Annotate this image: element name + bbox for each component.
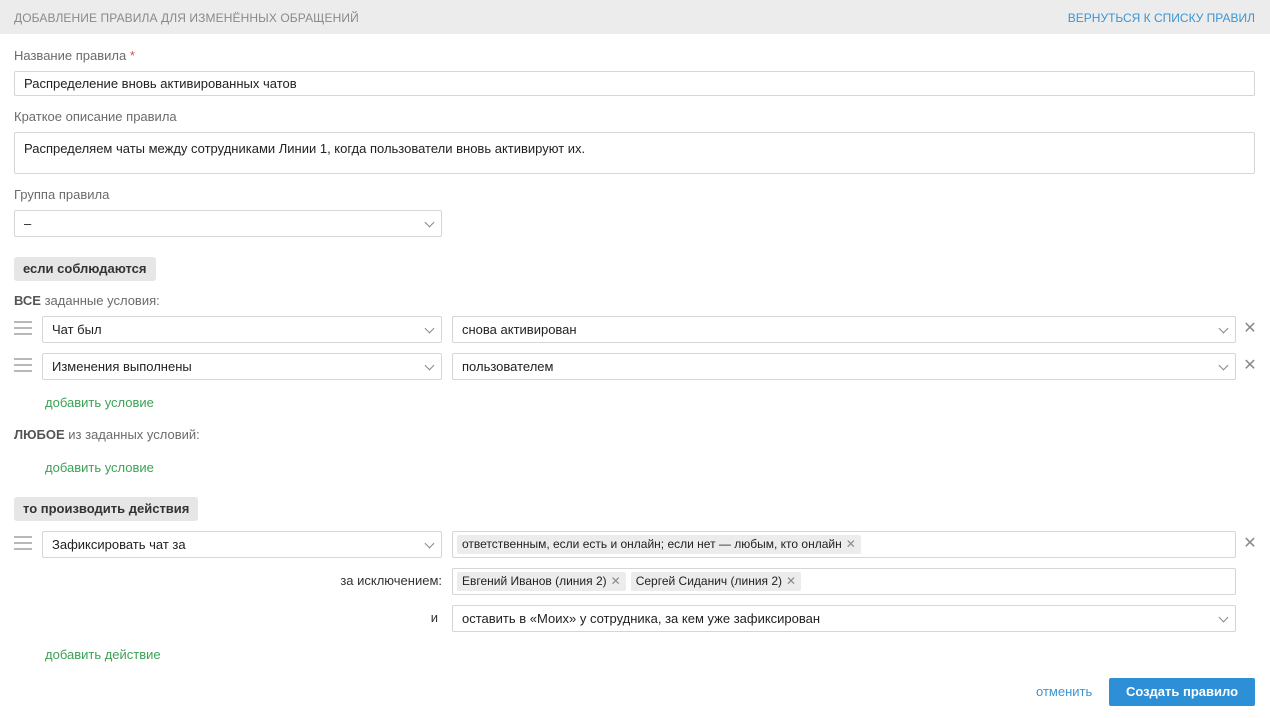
any-conditions-prefix: ЛЮБОЕ — [14, 427, 65, 442]
except-tag: Сергей Сиданич (линия 2) ✕ — [630, 572, 802, 591]
condition-value-select[interactable]: снова активирован — [452, 316, 1236, 343]
back-to-rules-link[interactable]: ВЕРНУТЬСЯ К СПИСКУ ПРАВИЛ — [1068, 11, 1255, 25]
close-icon[interactable]: ✕ — [1243, 321, 1257, 337]
any-conditions-suffix: из заданных условий: — [64, 427, 200, 442]
condition-field-value: Изменения выполнены — [52, 359, 192, 374]
drag-handle-icon[interactable] — [14, 358, 32, 374]
chevron-down-icon — [424, 360, 435, 371]
except-tag-input[interactable]: Евгений Иванов (линия 2) ✕ Сергей Сиданич … — [452, 568, 1236, 595]
condition-field-select[interactable]: Изменения выполнены — [42, 353, 442, 380]
all-conditions-suffix: заданные условия: — [40, 293, 160, 308]
and-label: и — [430, 610, 438, 625]
rule-name-label-text: Название правила — [14, 48, 127, 63]
drag-handle-icon[interactable] — [14, 536, 32, 552]
tag-label: Сергей Сиданич (линия 2) — [635, 574, 783, 588]
rule-description-label: Краткое описание правила — [14, 109, 177, 124]
and-value-select[interactable]: оставить в «Моих» у сотрудника, за кем у… — [452, 605, 1236, 632]
chevron-down-icon — [424, 323, 435, 334]
conditions-section-badge: если соблюдаются — [14, 257, 156, 281]
chevron-down-icon — [1218, 612, 1229, 623]
action-field-value: Зафиксировать чат за — [52, 537, 186, 552]
rule-name-input[interactable]: Распределение вновь активированных чатов — [14, 71, 1255, 96]
actions-section-badge: то производить действия — [14, 497, 199, 521]
rule-group-select[interactable]: – — [14, 210, 442, 237]
tag-remove-icon[interactable]: ✕ — [846, 535, 856, 554]
rule-description-textarea[interactable]: Распределяем чаты между сотрудниками Лин… — [14, 132, 1255, 174]
action-field-select[interactable]: Зафиксировать чат за — [42, 531, 442, 558]
chevron-down-icon — [1218, 323, 1229, 334]
chevron-down-icon — [424, 538, 435, 549]
create-rule-button[interactable]: Создать правило — [1109, 678, 1255, 706]
all-conditions-title: ВСЕ заданные условия: — [14, 293, 160, 308]
cancel-link[interactable]: отменить — [1036, 684, 1092, 699]
condition-field-select[interactable]: Чат был — [42, 316, 442, 343]
except-tag: Евгений Иванов (линия 2) ✕ — [457, 572, 626, 591]
add-condition-all-link[interactable]: добавить условие — [45, 395, 154, 410]
add-action-link[interactable]: добавить действие — [45, 647, 161, 662]
action-value-tag: ответственным, если есть и онлайн; если … — [457, 535, 861, 554]
any-conditions-title: ЛЮБОЕ из заданных условий: — [14, 427, 200, 442]
action-value-tag-input[interactable]: ответственным, если есть и онлайн; если … — [452, 531, 1236, 558]
all-conditions-prefix: ВСЕ — [14, 293, 41, 308]
rule-group-label: Группа правила — [14, 187, 110, 202]
rule-group-value: – — [24, 216, 32, 231]
close-icon[interactable]: ✕ — [1243, 358, 1257, 374]
tag-remove-icon[interactable]: ✕ — [786, 572, 796, 591]
close-icon[interactable]: ✕ — [1243, 536, 1257, 552]
tag-label: ответственным, если есть и онлайн; если … — [462, 537, 842, 551]
condition-field-value: Чат был — [52, 322, 102, 337]
header-bar: ДОБАВЛЕНИЕ ПРАВИЛА ДЛЯ ИЗМЕНЁННЫХ ОБРАЩЕ… — [0, 0, 1270, 34]
add-condition-any-link[interactable]: добавить условие — [45, 460, 154, 475]
tag-remove-icon[interactable]: ✕ — [611, 572, 621, 591]
required-mark: * — [129, 48, 135, 63]
chevron-down-icon — [1218, 360, 1229, 371]
condition-value-text: снова активирован — [462, 322, 577, 337]
condition-value-select[interactable]: пользователем — [452, 353, 1236, 380]
tag-label: Евгений Иванов (линия 2) — [462, 574, 607, 588]
condition-value-text: пользователем — [462, 359, 554, 374]
drag-handle-icon[interactable] — [14, 321, 32, 337]
rule-name-label: Название правила * — [14, 48, 135, 63]
except-label: за исключением: — [340, 573, 442, 588]
page-title: ДОБАВЛЕНИЕ ПРАВИЛА ДЛЯ ИЗМЕНЁННЫХ ОБРАЩЕ… — [14, 11, 359, 25]
and-value-text: оставить в «Моих» у сотрудника, за кем у… — [462, 611, 821, 626]
chevron-down-icon — [424, 217, 435, 228]
